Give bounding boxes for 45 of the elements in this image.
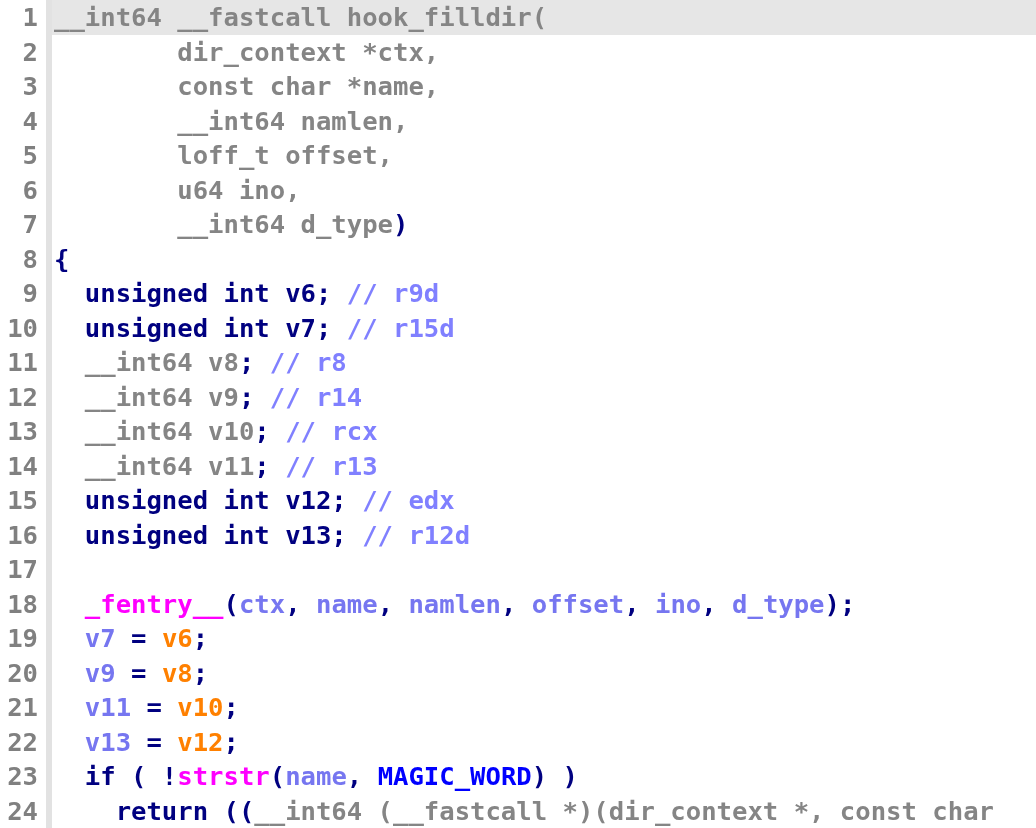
code-line: return ((__int64 (__fastcall *)(dir_context *, const char [114,794,995,828]
code-line: if ( !strstr(name, MAGIC_WORD) ) [83,760,579,793]
code-line: dir_context *ctx, [176,35,441,69]
code-line: __int64 v8; // r8 [83,346,348,379]
code-line: _fentry__(ctx, name, namlen, offset, ino, d_type); [83,587,857,621]
code-line: v7 = v6; [83,622,210,655]
line-number: 3 [0,69,52,104]
line-number: 21 [0,690,52,725]
line-number: 23 [0,759,52,794]
line-number: 16 [0,517,52,552]
code-line: v9 = v8; [83,656,210,690]
line-number: 4 [0,103,52,138]
code-line: __int64 namlen, [176,104,410,138]
code-line: unsigned int v7; // r15d [83,311,456,345]
line-number: 17 [0,552,52,587]
line-number: 18 [0,586,52,621]
code-line: __int64 v9; // r14 [83,380,364,414]
code-line: __int64 d_type) [176,208,410,241]
code-line: loff_t offset, [176,139,394,172]
line-number: 22 [0,724,52,759]
line-number: 24 [0,793,52,828]
code-line: unsigned int v12; // edx [83,484,456,517]
code-line: __int64 v10; // rcx [83,415,379,448]
line-number: 11 [0,345,52,380]
line-number: 10 [0,310,52,345]
line-number: 9 [0,276,52,311]
line-number: 7 [0,207,52,242]
line-number: 19 [0,621,52,656]
code-line: __int64 v11; // r13 [83,449,379,483]
line-number: 8 [0,241,52,276]
line-number: 2 [0,34,52,69]
code-line: const char *name, [176,70,441,103]
code-line: unsigned int v6; // r9d [83,277,441,310]
line-number: 6 [0,172,52,207]
code-line: v13 = v12; [83,725,240,759]
code-line: { [53,242,71,276]
line-number: 20 [0,655,52,690]
line-number: 15 [0,483,52,518]
code-line: v11 = v10; [83,691,240,724]
line-number: 12 [0,379,52,414]
line-number: 14 [0,448,52,483]
code-line: unsigned int v13; // r12d [83,518,472,552]
line-number: 13 [0,414,52,449]
code-line: u64 ino, [176,173,302,207]
line-number: 5 [0,138,52,173]
